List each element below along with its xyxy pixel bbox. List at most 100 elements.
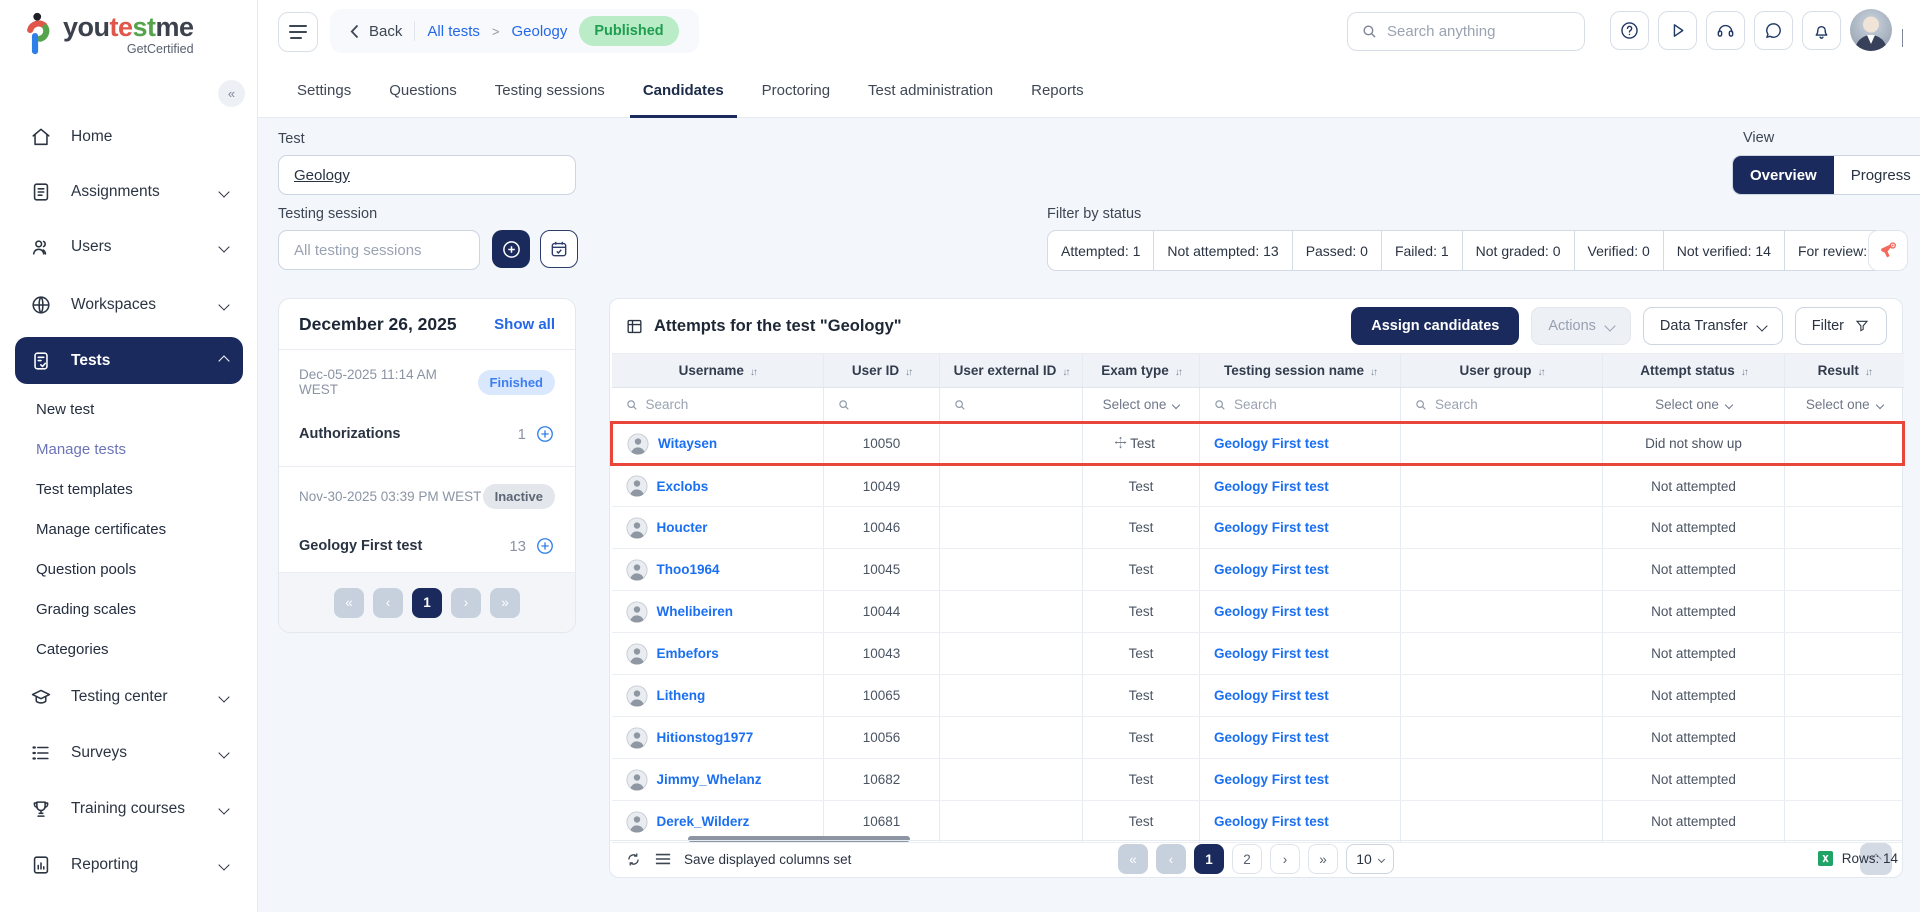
add-session-button[interactable] [492,230,530,268]
filter-select[interactable]: Select one [1084,397,1198,412]
sidebar-subitem-manage-certificates[interactable]: Manage certificates [36,514,236,544]
sidebar-item-home[interactable]: Home [15,115,243,159]
sidebar-item-testing-center[interactable]: Testing center [15,675,243,719]
table-row[interactable]: Thoo196410045TestGeology First testNot a… [612,549,1904,591]
table-row[interactable]: Houcter10046TestGeology First testNot at… [612,507,1904,549]
tab-candidates[interactable]: Candidates [624,63,743,117]
menu-toggle-button[interactable] [278,12,318,52]
username-link[interactable]: Whelibeiren [657,604,734,619]
columns-menu-icon[interactable] [655,852,671,866]
sidebar-subitem-test-templates[interactable]: Test templates [36,474,236,504]
session-add-button[interactable] [535,536,555,556]
sidebar-item-workspaces[interactable]: Workspaces [15,283,243,327]
table-page-»[interactable]: » [1308,844,1338,874]
sidebar-subitem-question-pools[interactable]: Question pools [36,554,236,584]
table-row[interactable]: Jimmy_Whelanz10682TestGeology First test… [612,759,1904,801]
user-avatar[interactable] [1850,9,1892,51]
sidebar-item-surveys[interactable]: Surveys [15,731,243,775]
table-page-«[interactable]: « [1118,844,1148,874]
sidebar-item-reporting[interactable]: Reporting [15,843,243,887]
session-calendar-button[interactable] [540,230,578,268]
column-header-username[interactable]: Username↓↑ [612,354,824,388]
sessions-page-›[interactable]: › [451,588,481,618]
session-card[interactable]: Dec-05-2025 11:14 AM WEST Finished Autho… [279,350,575,467]
refresh-icon[interactable] [625,851,642,868]
sort-icon[interactable]: ↓↑ [1741,367,1747,378]
table-row[interactable]: Whelibeiren10044TestGeology First testNo… [612,591,1904,633]
view-option-overview[interactable]: Overview [1733,156,1834,194]
status-segment-passed[interactable]: Passed: 0 [1293,231,1382,270]
status-segment-not-verified[interactable]: Not verified: 14 [1664,231,1785,270]
tab-questions[interactable]: Questions [370,63,476,117]
username-link[interactable]: Exclobs [657,479,709,494]
username-link[interactable]: Thoo1964 [657,562,720,577]
column-header-user-id[interactable]: User ID↓↑ [824,354,940,388]
sidebar-item-training-courses[interactable]: Training courses [15,787,243,831]
username-link[interactable]: Derek_Wilderz [657,814,750,829]
testing-session-link[interactable]: Geology First test [1201,688,1329,703]
testing-session-link[interactable]: Geology First test [1201,646,1329,661]
topbar-play-button[interactable] [1658,11,1697,50]
avatar-chevron-icon[interactable] [1902,29,1903,47]
show-all-link[interactable]: Show all [494,316,555,333]
table-page-2[interactable]: 2 [1232,844,1262,874]
username-link[interactable]: Embefors [657,646,719,661]
sidebar-item-assignments[interactable]: Assignments [15,170,243,214]
sort-icon[interactable]: ↓↑ [1538,367,1544,378]
username-link[interactable]: Litheng [657,688,706,703]
testing-session-link[interactable]: Geology First test [1201,479,1329,494]
sidebar-subitem-manage-tests[interactable]: Manage tests [36,434,236,464]
clear-status-filter-button[interactable] [1868,230,1908,271]
tab-settings[interactable]: Settings [278,63,370,117]
column-header-testing-session-name[interactable]: Testing session name↓↑ [1200,354,1401,388]
sessions-page-«[interactable]: « [334,588,364,618]
sort-icon[interactable]: ↓↑ [905,367,911,378]
username-link[interactable]: Witaysen [658,436,717,451]
topbar-help-button[interactable] [1610,11,1649,50]
status-segment-not-graded[interactable]: Not graded: 0 [1463,231,1575,270]
sidebar-item-users[interactable]: Users [15,225,243,269]
data-transfer-button[interactable]: Data Transfer [1643,307,1783,345]
table-row[interactable]: Hitionstog197710056TestGeology First tes… [612,717,1904,759]
test-value-link[interactable]: Geology [294,167,350,184]
sort-icon[interactable]: ↓↑ [1175,367,1181,378]
status-segment-not-attempted[interactable]: Not attempted: 13 [1154,231,1292,270]
table-row[interactable]: Exclobs10049TestGeology First testNot at… [612,465,1904,507]
view-option-progress[interactable]: Progress [1834,156,1920,194]
status-segment-failed[interactable]: Failed: 1 [1382,231,1463,270]
testing-session-link[interactable]: Geology First test [1201,604,1329,619]
testing-session-link[interactable]: Geology First test [1201,562,1329,577]
filter-select[interactable]: Select one [1604,397,1783,412]
session-add-button[interactable] [535,424,555,444]
status-segment-attempted[interactable]: Attempted: 1 [1048,231,1154,270]
testing-session-link[interactable]: Geology First test [1201,730,1329,745]
filter-select[interactable]: Select one [1786,397,1903,412]
filter-search-input[interactable]: Search [613,397,823,412]
column-header-exam-type[interactable]: Exam type↓↑ [1083,354,1200,388]
excel-export-icon[interactable] [1816,849,1835,868]
table-row[interactable]: Witaysen10050TestGeology First testDid n… [612,423,1904,465]
column-header-attempt-status[interactable]: Attempt status↓↑ [1603,354,1785,388]
table-row[interactable]: Litheng10065TestGeology First testNot at… [612,675,1904,717]
sidebar-collapse-button[interactable]: « [218,80,245,107]
column-header-user-group[interactable]: User group↓↑ [1401,354,1603,388]
topbar-bell-button[interactable] [1802,11,1841,50]
sidebar-subitem-grading-scales[interactable]: Grading scales [36,594,236,624]
page-size-select[interactable]: 10 [1346,844,1394,874]
breadcrumb-all-tests[interactable]: All tests [427,23,480,40]
table-page-›[interactable]: › [1270,844,1300,874]
assign-candidates-button[interactable]: Assign candidates [1351,307,1519,345]
testing-session-link[interactable]: Geology First test [1201,772,1329,787]
actions-button[interactable]: Actions [1531,307,1631,345]
testing-session-link[interactable]: Geology First test [1201,814,1329,829]
sort-icon[interactable]: ↓↑ [1062,367,1068,378]
username-link[interactable]: Jimmy_Whelanz [657,772,762,787]
tab-reports[interactable]: Reports [1012,63,1103,117]
tab-testing-sessions[interactable]: Testing sessions [476,63,624,117]
filter-search-input[interactable] [825,398,938,412]
filter-search-input[interactable]: Search [1402,397,1601,412]
session-card[interactable]: Nov-30-2025 03:39 PM WEST Inactive Geolo… [279,467,575,573]
table-page-1[interactable]: 1 [1194,844,1224,874]
testing-session-link[interactable]: Geology First test [1201,436,1329,451]
username-link[interactable]: Hitionstog1977 [657,730,754,745]
